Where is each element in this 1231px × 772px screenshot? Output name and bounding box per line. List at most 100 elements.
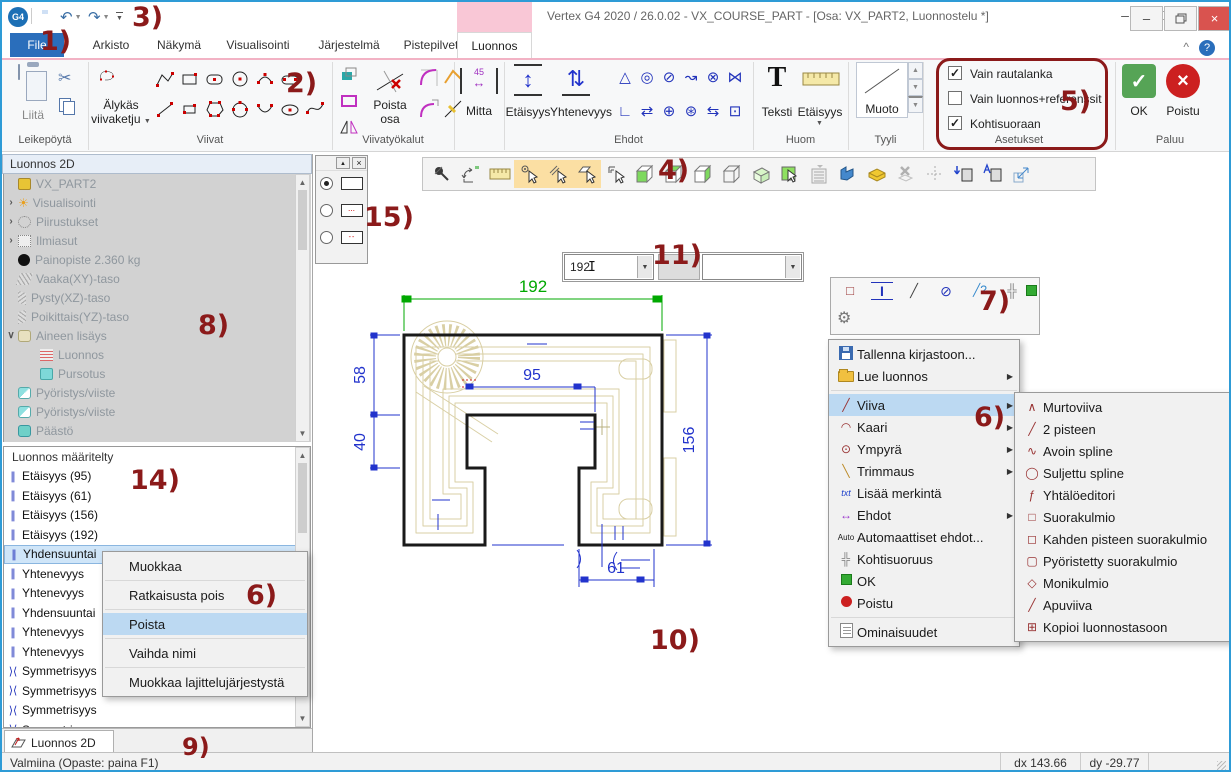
submenu-item-2point[interactable]: ╱2 pisteen bbox=[1015, 418, 1230, 440]
menu-item-read-sketch[interactable]: Lue luonnos▶ bbox=[829, 365, 1019, 387]
diameter-quick-icon[interactable]: ⊘ bbox=[935, 283, 957, 300]
menu-visualisointi[interactable]: Visualisointi bbox=[214, 33, 302, 57]
cube-select-icon[interactable] bbox=[775, 160, 804, 188]
dim-40-label[interactable]: 40 bbox=[352, 433, 369, 451]
offset-rect-icon[interactable] bbox=[338, 90, 360, 115]
submenu-item-equation-editor[interactable]: ƒYhtälöeditori bbox=[1015, 484, 1230, 506]
scroll-down-icon[interactable]: ▼ bbox=[296, 426, 309, 441]
list-view-icon[interactable] bbox=[804, 160, 833, 188]
menu-item-line[interactable]: ╱Viiva▶ bbox=[829, 394, 1019, 416]
coincidence-label[interactable]: Yhtenevyys bbox=[550, 105, 612, 119]
mdi-close-button[interactable]: × bbox=[1198, 6, 1231, 31]
constraint-item[interactable]: ⟩⟨Symmetrisyys bbox=[4, 720, 310, 728]
slot-icon[interactable] bbox=[279, 68, 301, 93]
line-quick-icon[interactable]: ╱ bbox=[903, 283, 925, 299]
exit-button[interactable]: × bbox=[1166, 64, 1200, 98]
menu-item-exit[interactable]: Poistu bbox=[829, 592, 1019, 614]
dimension-192[interactable] bbox=[402, 295, 662, 331]
equal-radius-constraint-icon[interactable]: ⊛ bbox=[680, 100, 702, 122]
pin-icon[interactable] bbox=[427, 160, 456, 188]
polyline-icon[interactable] bbox=[154, 68, 176, 93]
cube-side-green-icon[interactable] bbox=[688, 160, 717, 188]
menu-item-delete[interactable]: Poista bbox=[103, 613, 307, 635]
concentric-constraint-icon[interactable]: ◎ bbox=[636, 66, 658, 88]
circle-3pt-icon[interactable] bbox=[229, 98, 251, 123]
menu-item-perpendicular[interactable]: ╬Kohtisuoruus bbox=[829, 548, 1019, 570]
query-line-icon[interactable]: ╱? bbox=[967, 283, 993, 297]
resize-view-icon[interactable] bbox=[1007, 160, 1036, 188]
dropdown-icon[interactable]: ▼ bbox=[785, 256, 800, 278]
display-mode-option-3[interactable]: -- bbox=[316, 217, 367, 244]
snap-corner-icon[interactable] bbox=[601, 160, 630, 188]
smart-chain-button[interactable]: Älykäs viivaketju ▼ bbox=[88, 98, 154, 127]
menu-item-add-note[interactable]: txtLisää merkintä bbox=[829, 482, 1019, 504]
delete-disabled-icon[interactable] bbox=[891, 160, 920, 188]
redo-button[interactable]: ↷▼ bbox=[88, 6, 110, 28]
cube-insert-icon[interactable] bbox=[949, 160, 978, 188]
snap-line-icon[interactable] bbox=[543, 160, 572, 188]
submenu-item-rectangle[interactable]: □Suorakulmio bbox=[1015, 506, 1230, 528]
dim-95-label[interactable]: 95 bbox=[523, 367, 541, 384]
rect-dim-icon[interactable]: □ bbox=[839, 283, 861, 298]
constraint-item[interactable]: ⟩⟨Symmetrisyys bbox=[4, 701, 310, 721]
menu-item-rename[interactable]: Vaihda nimi bbox=[103, 642, 307, 664]
tree-item[interactable]: Luonnos bbox=[4, 345, 311, 364]
submenu-item-rounded-rectangle[interactable]: ▢Pyöristetty suorakulmio bbox=[1015, 550, 1230, 572]
menu-item-arc[interactable]: ◠Kaari▶ bbox=[829, 416, 1019, 438]
dropdown-icon[interactable]: ▼ bbox=[637, 256, 652, 278]
dimension-note-label[interactable]: Etäisyys bbox=[792, 105, 848, 119]
checkbox-perpendicular-label[interactable]: Kohtisuoraan bbox=[970, 117, 1041, 131]
snap-plane-icon[interactable] bbox=[572, 160, 601, 188]
menu-item-edit[interactable]: Muokkaa bbox=[103, 555, 307, 577]
tree-item[interactable]: ∨Aineen lisäys bbox=[4, 326, 311, 345]
rounded-rect-icon[interactable] bbox=[204, 68, 226, 93]
undo-button[interactable]: ↶▼ bbox=[60, 6, 82, 28]
submenu-item-open-spline[interactable]: ∿Avoin spline bbox=[1015, 440, 1230, 462]
text-tool-icon[interactable]: T bbox=[762, 62, 792, 94]
circle-center-icon[interactable] bbox=[229, 68, 251, 93]
menu-arkisto[interactable]: Arkisto bbox=[80, 33, 142, 57]
menu-item-properties[interactable]: Ominaisuudet bbox=[829, 621, 1019, 643]
submenu-item-closed-spline[interactable]: ◯Suljettu spline bbox=[1015, 462, 1230, 484]
submenu-item-construction-line[interactable]: ╱Apuviiva bbox=[1015, 594, 1230, 616]
checkbox-sketch-refs-label[interactable]: Vain luonnos+referenssit bbox=[970, 92, 1102, 106]
dimension-note-icon[interactable] bbox=[802, 70, 840, 91]
tree-item[interactable]: Päästö bbox=[4, 421, 311, 440]
tray-icon[interactable] bbox=[862, 160, 891, 188]
scroll-down-icon[interactable]: ▼ bbox=[296, 711, 309, 726]
tab-luonnos-2d[interactable]: Luonnos 2D bbox=[4, 730, 114, 754]
menu-nakyma[interactable]: Näkymä bbox=[148, 33, 210, 57]
radius-constraint-icon[interactable]: ⊕ bbox=[658, 100, 680, 122]
move-axis-icon[interactable] bbox=[456, 160, 485, 188]
menu-jarjestelma[interactable]: Järjestelmä bbox=[308, 33, 390, 57]
collapse-panel-icon[interactable]: ▲ bbox=[336, 157, 350, 169]
menu-item-exclude-from-solve[interactable]: Ratkaisusta pois bbox=[103, 584, 307, 606]
tree-item[interactable]: Pyöristys/viiste bbox=[4, 383, 311, 402]
ruler-icon[interactable] bbox=[485, 160, 514, 188]
scrollbar-thumb[interactable] bbox=[298, 463, 307, 533]
scrollbar-thumb[interactable] bbox=[298, 190, 307, 250]
display-mode-option-1[interactable] bbox=[316, 171, 367, 190]
measure-icon[interactable]: 45↔ bbox=[460, 68, 498, 94]
distance-quick-icon[interactable]: I bbox=[871, 282, 893, 300]
menu-item-trim[interactable]: ╲Trimmaus▶ bbox=[829, 460, 1019, 482]
mdi-restore-button[interactable] bbox=[1164, 6, 1197, 31]
resize-grip[interactable] bbox=[1217, 761, 1226, 770]
tree-item[interactable]: ›Piirustukset bbox=[4, 212, 311, 231]
smart-chain-icon[interactable] bbox=[98, 64, 120, 89]
tree-item[interactable]: Poikittais(YZ)-taso bbox=[4, 307, 311, 326]
constraint-item[interactable]: ∥Etäisyys (192) bbox=[4, 525, 310, 545]
submenu-item-copy-to-sketch-plane[interactable]: ⊞Kopioi luonnostasoon bbox=[1015, 616, 1230, 638]
fillet2-icon[interactable] bbox=[418, 98, 440, 123]
parallel-constraint-icon[interactable]: ⇄ bbox=[636, 100, 658, 122]
rectangle-icon[interactable] bbox=[179, 68, 201, 93]
menu-item-ok[interactable]: OK bbox=[829, 570, 1019, 592]
tree-item[interactable]: ›Ilmiasut bbox=[4, 231, 311, 250]
menu-item-conditions[interactable]: ↔Ehdot▶ bbox=[829, 504, 1019, 526]
radio-selected[interactable] bbox=[320, 177, 333, 190]
perpendicular-constraint-icon[interactable]: ∟ bbox=[614, 100, 636, 122]
checkbox-wireframe[interactable]: ✓ bbox=[948, 66, 962, 80]
spinner-up-icon[interactable]: ▲ bbox=[908, 62, 923, 79]
close-panel-icon[interactable]: × bbox=[352, 157, 366, 169]
submenu-item-polygon[interactable]: ◇Monikulmio bbox=[1015, 572, 1230, 594]
